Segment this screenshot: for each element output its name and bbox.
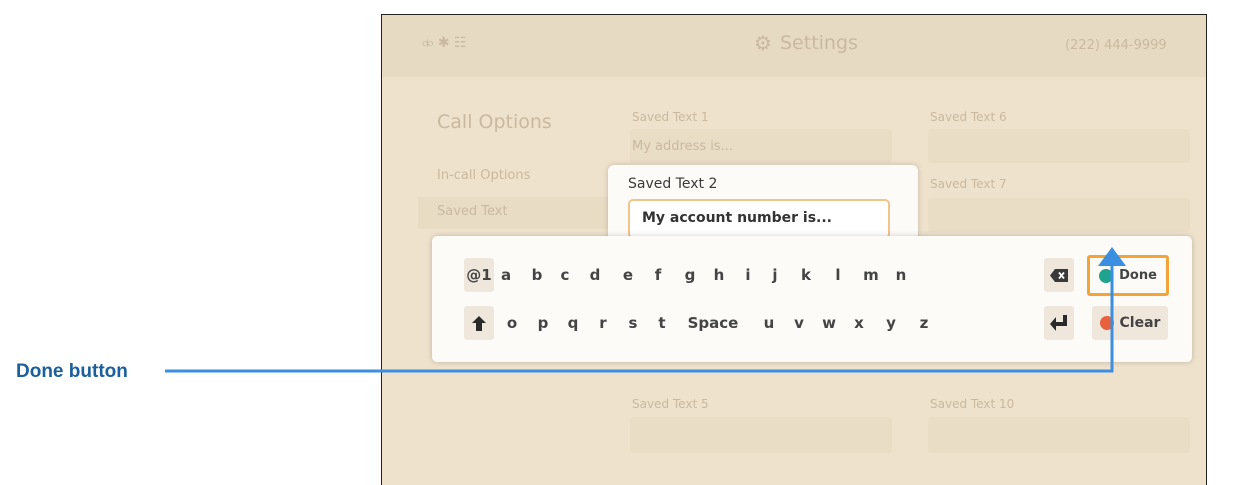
- callout-arrow: [165, 247, 1126, 373]
